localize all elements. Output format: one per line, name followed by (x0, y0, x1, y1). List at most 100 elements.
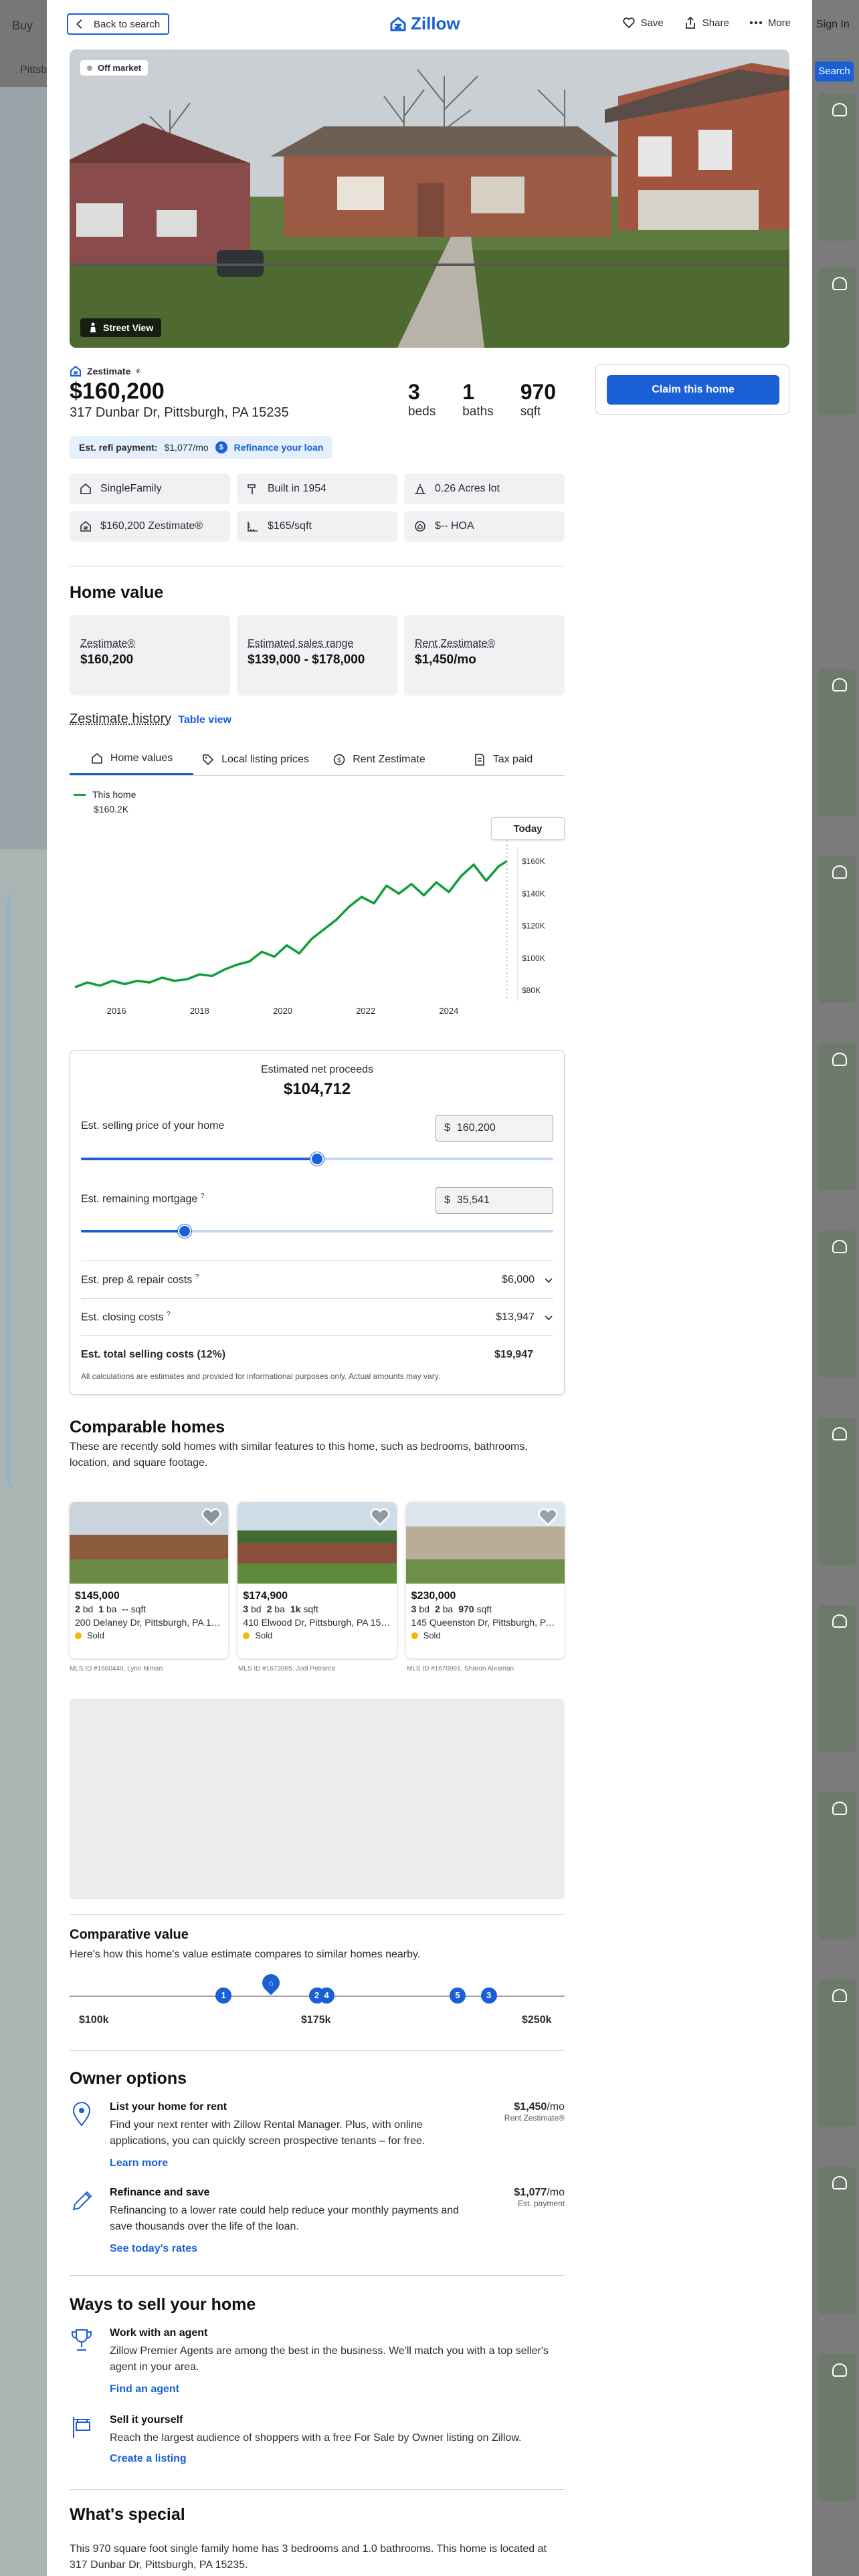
baths-value: 1 (462, 380, 474, 404)
comparable-marker[interactable]: 5 (450, 1988, 466, 2004)
find-agent-link[interactable]: Find an agent (110, 2383, 179, 2395)
info-icon[interactable]: ? (167, 1311, 171, 1318)
cost-label: Est. prep & repair costs ? (81, 1273, 199, 1286)
comparable-marker[interactable]: 1 (215, 1988, 231, 2004)
option-value: $1,077/mo Est. payment (514, 2187, 565, 2208)
slider-handle[interactable] (178, 1224, 192, 1238)
option-value: $1,450/mo Rent Zestimate® (504, 2101, 565, 2123)
table-view-link[interactable]: Table view (178, 714, 231, 726)
refinance-loan-link[interactable]: Refinance your loan (234, 442, 324, 453)
zillow-logo-text: Zillow (411, 13, 460, 33)
comparable-baths: 1 ba (98, 1604, 117, 1614)
tab-home-values[interactable]: Home values (70, 744, 193, 775)
save-button[interactable]: Save (622, 16, 664, 29)
comparable-sqft: -- sqft (122, 1604, 147, 1614)
info-icon[interactable]: ? (195, 1273, 199, 1281)
calculator-disclaimer: All calculations are estimates and provi… (81, 1372, 441, 1381)
background-listing-card (818, 669, 856, 816)
y-tick-label: $80K (522, 986, 541, 995)
create-listing-link[interactable]: Create a listing (110, 2453, 187, 2465)
comparable-price: $174,900 (243, 1590, 288, 1602)
fact-label: SingleFamily (100, 483, 162, 494)
top-actions: Save Share More (622, 16, 791, 29)
back-to-search-button[interactable]: Back to search (67, 13, 170, 35)
card-label[interactable]: Estimated sales range (248, 638, 387, 650)
total-label: Est. total selling costs (12%) (81, 1348, 226, 1360)
lot-icon (415, 484, 425, 494)
selling-price-value: 160,200 (456, 1122, 496, 1134)
comparable-marker[interactable]: 4 (318, 1988, 335, 2004)
cost-value-group: $13,947 (496, 1311, 553, 1323)
heart-icon[interactable] (370, 1507, 390, 1526)
heart-icon (832, 2176, 847, 2189)
x-tick-label: 2024 (439, 1006, 458, 1014)
selling-price-slider[interactable] (81, 1152, 553, 1166)
list-for-rent-option: List your home for rent Find your next r… (70, 2101, 565, 2175)
comparable-beds: 2 bd (75, 1604, 94, 1614)
for-sale-sign-icon (73, 2417, 90, 2438)
home-address: 317 Dunbar Dr, Pittsburgh, PA 15235 (70, 405, 289, 420)
tab-rent-zestimate[interactable]: $ Rent Zestimate (317, 744, 441, 775)
heart-icon (622, 17, 635, 29)
owner-options-heading: Owner options (70, 2069, 187, 2088)
background-listing-card (818, 856, 856, 1003)
background-search-input: Pittsb (20, 64, 47, 76)
remaining-mortgage-input[interactable]: $35,541 (436, 1187, 553, 1214)
info-icon[interactable]: ? (201, 1192, 205, 1200)
currency-symbol: $ (444, 1122, 450, 1134)
status-text: Sold (87, 1630, 105, 1640)
sold-dot-icon (243, 1632, 250, 1639)
fact-label: $160,200 Zestimate® (100, 520, 203, 532)
option-value-sub: Rent Zestimate® (504, 2113, 565, 2123)
background-map (0, 849, 47, 2576)
heart-icon (832, 1240, 847, 1253)
section-divider (70, 2489, 565, 2490)
see-rates-link[interactable]: See today's rates (110, 2243, 197, 2255)
card-label[interactable]: Zestimate® (80, 638, 219, 650)
tab-tax-paid[interactable]: Tax paid (441, 744, 565, 775)
off-market-badge: Off market (80, 60, 149, 76)
zillow-logo[interactable]: Zillow (389, 13, 460, 34)
hoa-icon (415, 521, 425, 532)
tab-label: Home values (110, 752, 173, 764)
share-button[interactable]: Share (684, 16, 729, 29)
street-view-button[interactable]: Street View (80, 318, 162, 337)
background-listing-card (818, 1605, 856, 1752)
learn-more-link[interactable]: Learn more (110, 2157, 168, 2169)
legend-item: This home (74, 789, 136, 800)
heart-icon[interactable] (538, 1507, 558, 1526)
comparables-map-placeholder (70, 1699, 565, 1899)
option-value-amount: $1,077 (514, 2187, 547, 2198)
more-button[interactable]: More (749, 16, 791, 29)
home-value-cards: Zestimate® $160,200 Estimated sales rang… (70, 615, 565, 695)
zestimate-history-chart[interactable]: $80K $100K $120K $140K $160K 2016 2018 2020 2022… (70, 840, 565, 1016)
x-tick-label: 2020 (273, 1006, 292, 1014)
heart-icon (832, 1053, 847, 1066)
tab-local-listing-prices[interactable]: Local listing prices (193, 744, 317, 775)
beds-label: beds (408, 405, 436, 419)
sqft-label: sqft (520, 405, 541, 419)
zestimate-history-title[interactable]: Zestimate history (70, 712, 171, 727)
claim-this-home-button[interactable]: Claim this home (607, 375, 779, 405)
street-view-photo[interactable]: Off market Street View (70, 49, 789, 348)
card-value: $160,200 (80, 653, 134, 667)
comparative-value-subtitle: Here's how this home's value estimate co… (70, 1949, 421, 1960)
tag-icon (203, 754, 214, 765)
slider-handle[interactable] (310, 1152, 324, 1166)
baths-stat: 1 baths (462, 380, 493, 419)
card-label[interactable]: Rent Zestimate® (415, 638, 554, 650)
comparable-marker[interactable]: 3 (480, 1988, 497, 2004)
comparable-home-card[interactable]: $145,000 2 bd 1 ba -- sqft 200 Delaney Dr,… (70, 1502, 229, 1658)
closing-costs-row[interactable]: Est. closing costs ? $13,947 (81, 1298, 553, 1335)
comparable-home-card[interactable]: $174,900 3 bd 2 ba 1k sqft 410 Elwood Dr, … (237, 1502, 397, 1658)
heart-icon[interactable] (201, 1507, 221, 1526)
prep-repair-costs-row[interactable]: Est. prep & repair costs ? $6,000 (81, 1261, 553, 1298)
chevron-down-icon (545, 1277, 553, 1283)
tab-label: Rent Zestimate (353, 753, 425, 765)
remaining-mortgage-slider[interactable] (81, 1224, 553, 1238)
this-home-marker[interactable]: ⌂ (258, 1970, 284, 1996)
comparable-home-card[interactable]: $230,000 3 bd 2 ba 970 sqft 145 Queenston … (405, 1502, 565, 1658)
background-sign-in: Sign In (816, 19, 850, 30)
chevron-left-icon (76, 19, 82, 29)
selling-price-input[interactable]: $160,200 (436, 1115, 553, 1142)
